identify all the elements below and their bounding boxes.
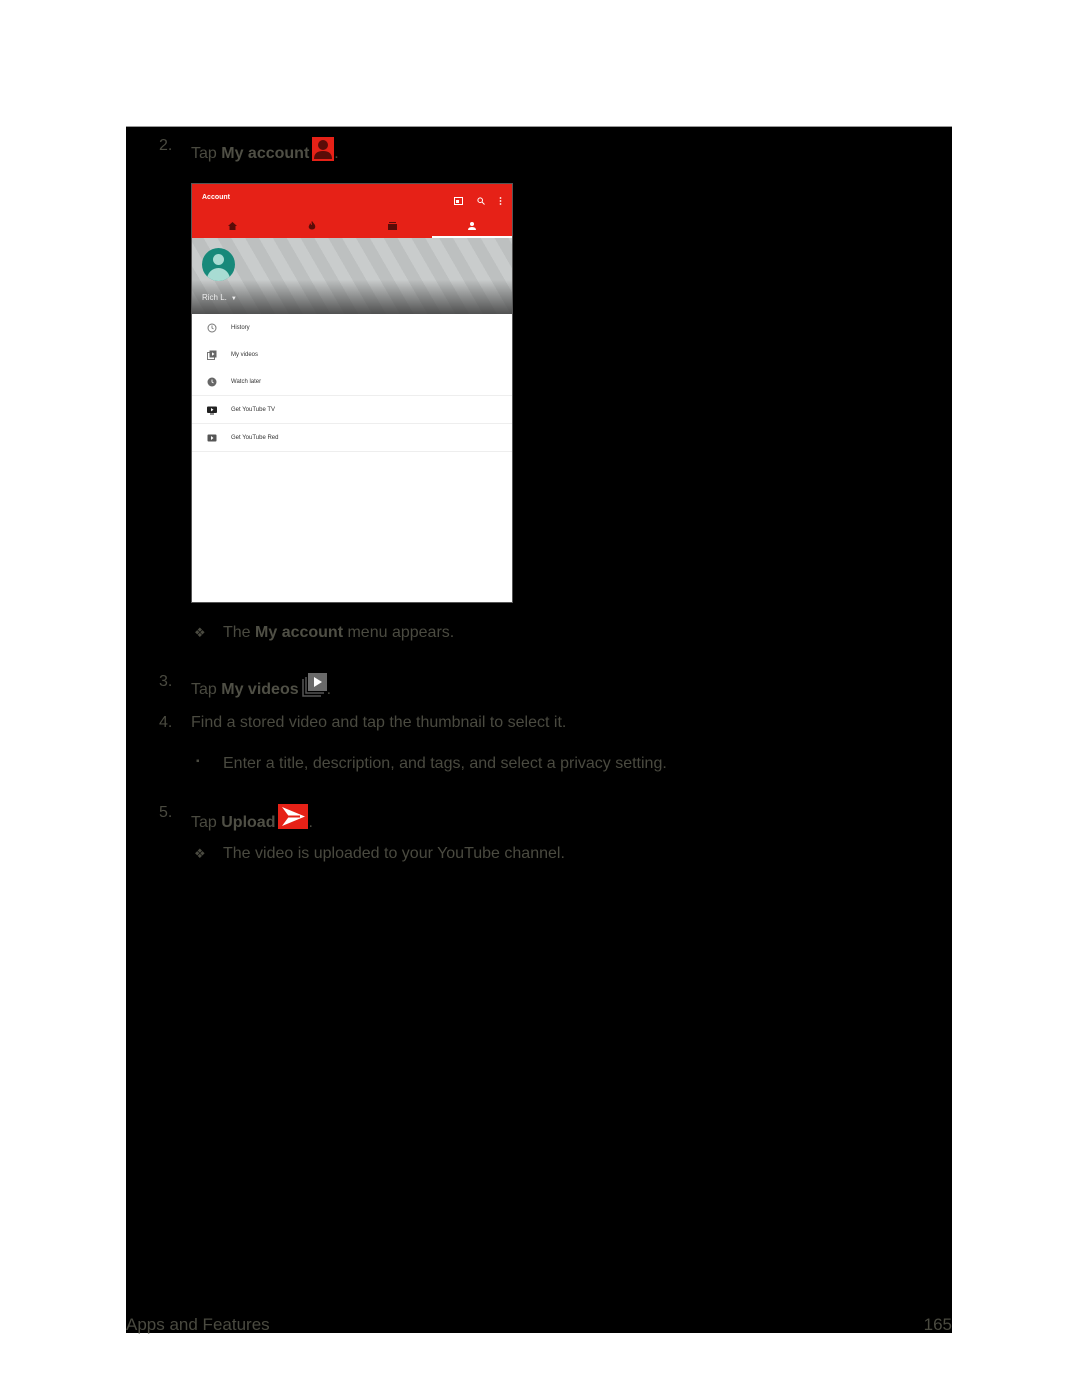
search-icon xyxy=(477,192,485,210)
result-text: The video is uploaded to your YouTube ch… xyxy=(223,845,565,862)
app-title: Account xyxy=(202,194,230,201)
menu-item-youtube-tv: Get YouTube TV xyxy=(192,395,512,423)
dropdown-icon: ▼ xyxy=(230,296,237,302)
tab-account xyxy=(432,214,512,238)
tab-subscriptions xyxy=(352,214,432,238)
step-text: Tap Upload. xyxy=(191,804,313,834)
app-screenshot: Account Rich L. ▼ History My videos Watc… xyxy=(191,183,513,603)
result-text: The My account menu appears. xyxy=(223,624,455,641)
account-icon xyxy=(468,217,476,235)
app-toolbar: Account xyxy=(192,184,512,238)
app-tabs xyxy=(192,214,512,238)
trending-icon xyxy=(308,217,316,235)
youtube-tv-icon xyxy=(206,403,218,415)
step-number: 2. xyxy=(159,137,173,154)
subscriptions-icon xyxy=(387,217,397,235)
step-number: 3. xyxy=(159,673,173,690)
step-text: Tap My videos. xyxy=(191,673,331,702)
upload-send-icon xyxy=(278,804,309,834)
my-videos-icon xyxy=(301,673,327,702)
menu-item-watch-later: Watch later xyxy=(192,368,512,395)
sub-bullet-text: Enter a title, description, and tags, an… xyxy=(223,755,667,772)
step-text: Tap My account. xyxy=(191,137,339,166)
account-menu: History My videos Watch later Get YouTub… xyxy=(192,314,512,452)
menu-item-history: History xyxy=(192,314,512,341)
home-icon xyxy=(227,217,237,235)
diamond-bullet-icon: ❖ xyxy=(194,846,206,861)
document-page: 2. Tap My account. Account Rich L. ▼ His… xyxy=(126,126,952,1334)
step-bold: My account xyxy=(221,145,310,162)
menu-item-my-videos: My videos xyxy=(192,341,512,368)
youtube-red-icon xyxy=(206,431,218,443)
step-number: 4. xyxy=(159,714,173,731)
account-icon xyxy=(312,137,335,166)
avatar xyxy=(202,248,235,281)
step-text: Find a stored video and tap the thumbnai… xyxy=(191,714,567,731)
cast-icon xyxy=(454,192,463,210)
tab-home xyxy=(192,214,272,238)
footer-section: Apps and Features xyxy=(126,1315,270,1334)
user-name: Rich L. ▼ xyxy=(202,293,237,302)
menu-item-youtube-red: Get YouTube Red xyxy=(192,423,512,451)
clock-icon xyxy=(206,375,218,387)
square-bullet-icon: ▪ xyxy=(196,756,200,767)
profile-banner: Rich L. ▼ xyxy=(192,238,512,314)
diamond-bullet-icon: ❖ xyxy=(194,625,206,640)
history-icon xyxy=(206,321,218,333)
step-number: 5. xyxy=(159,804,173,821)
more-vert-icon xyxy=(499,192,502,210)
tab-trending xyxy=(272,214,352,238)
my-videos-icon xyxy=(206,348,218,360)
page-number: 165 xyxy=(923,1315,952,1334)
